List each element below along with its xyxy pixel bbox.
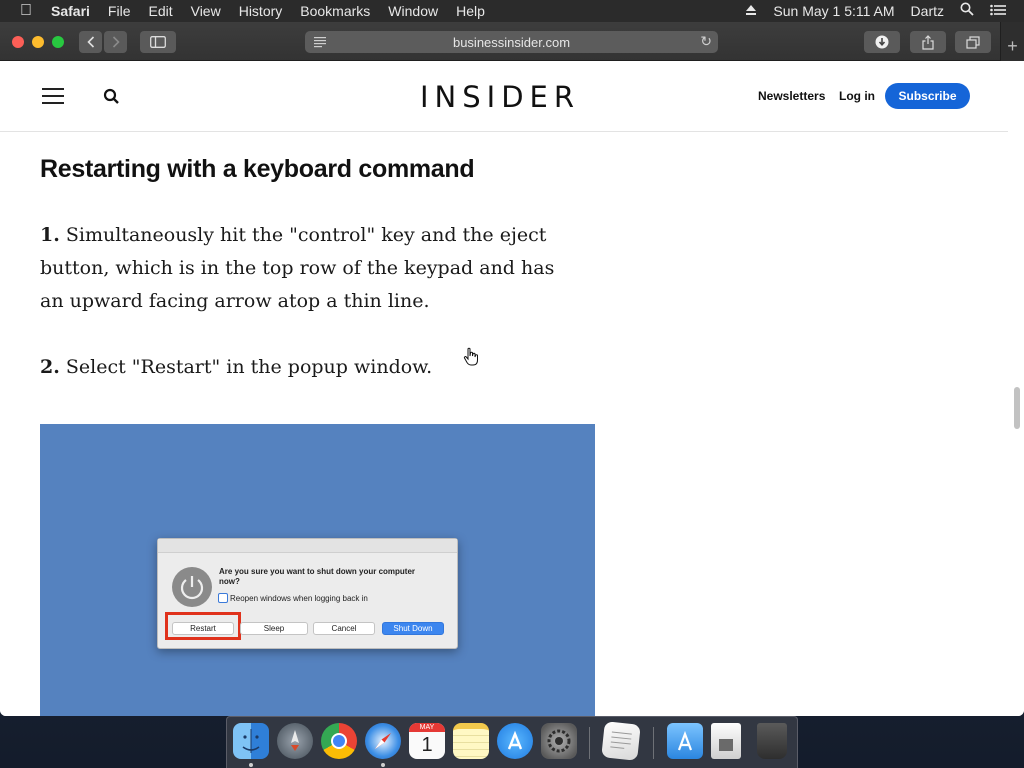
textedit-icon[interactable] <box>601 721 641 761</box>
reload-icon[interactable]: ↻ <box>700 33 712 50</box>
site-header: INSIDER Newsletters Log in Subscribe <box>0 61 1008 132</box>
newsletters-link[interactable]: Newsletters <box>758 89 825 103</box>
step-2: 2. Select "Restart" in the popup window. <box>40 351 580 384</box>
safari-window: businessinsider.com ↻ + INSIDER Newslett… <box>0 22 1024 716</box>
new-tab-button[interactable]: + <box>1000 22 1024 61</box>
notification-center-icon[interactable] <box>982 0 1014 22</box>
search-icon[interactable] <box>103 88 121 106</box>
menu-edit[interactable]: Edit <box>139 0 181 22</box>
apple-menu-icon[interactable]:  <box>0 0 42 22</box>
browser-toolbar: businessinsider.com ↻ + <box>0 22 1024 61</box>
calendar-month: MAY <box>409 723 445 732</box>
finder-running-indicator <box>249 763 253 767</box>
dialog-question: Are you sure you want to shut down your … <box>219 567 416 586</box>
step-1: 1. Simultaneously hit the "control" key … <box>40 219 580 318</box>
calendar-day: 1 <box>421 734 433 756</box>
trash-icon[interactable] <box>757 723 787 759</box>
share-button[interactable] <box>910 31 946 53</box>
dialog-shutdown-button: Shut Down <box>382 622 444 635</box>
menu-help[interactable]: Help <box>447 0 494 22</box>
power-icon <box>172 567 212 607</box>
menu-app-name[interactable]: Safari <box>42 0 99 22</box>
spotlight-search-icon[interactable] <box>952 0 982 22</box>
step-text: Simultaneously hit the "control" key and… <box>40 224 555 312</box>
chevron-left-icon <box>86 36 94 48</box>
menu-bookmarks[interactable]: Bookmarks <box>291 0 379 22</box>
menu-view[interactable]: View <box>182 0 230 22</box>
menu-history[interactable]: History <box>230 0 292 22</box>
page-scrollbar[interactable] <box>1014 387 1020 429</box>
calendar-icon[interactable]: MAY 1 <box>409 723 445 759</box>
close-window-button[interactable] <box>12 36 24 48</box>
dialog-restart-button: Restart <box>172 622 234 635</box>
safari-icon[interactable] <box>365 723 401 759</box>
url-text: businessinsider.com <box>452 34 571 50</box>
web-page: INSIDER Newsletters Log in Subscribe Res… <box>0 61 1024 716</box>
notes-icon[interactable] <box>453 723 489 759</box>
downloads-icon[interactable] <box>711 723 741 759</box>
checkbox-label: Reopen windows when logging back in <box>230 593 368 603</box>
sidebar-icon <box>150 36 166 48</box>
finder-icon[interactable] <box>233 723 269 759</box>
applications-folder-icon[interactable] <box>667 723 703 759</box>
section-heading: Restarting with a keyboard command <box>40 155 475 183</box>
dialog-cancel-button: Cancel <box>313 622 375 635</box>
zoom-window-button[interactable] <box>52 36 64 48</box>
article-body: Restarting with a keyboard command 1. Si… <box>40 155 600 384</box>
reader-view-icon[interactable] <box>313 34 327 50</box>
dialog-titlebar <box>158 539 457 553</box>
chevron-right-icon <box>112 36 120 48</box>
step-text: Select "Restart" in the popup window. <box>65 356 433 378</box>
downloads-button[interactable] <box>864 31 900 53</box>
launchpad-icon[interactable] <box>277 723 313 759</box>
menu-clock[interactable]: Sun May 1 5:11 AM <box>765 0 902 22</box>
app-store-icon[interactable] <box>497 723 533 759</box>
reopen-windows-checkbox: Reopen windows when logging back in <box>218 593 368 603</box>
shutdown-dialog-screenshot: Are you sure you want to shut down your … <box>157 538 458 649</box>
dock-separator <box>589 727 590 759</box>
download-icon <box>875 35 889 49</box>
plus-icon: + <box>1007 36 1018 56</box>
dock-separator <box>653 727 654 759</box>
hand-cursor-icon <box>463 347 479 367</box>
article-image: Are you sure you want to shut down your … <box>40 424 595 716</box>
safari-running-indicator <box>381 763 385 767</box>
sidebar-toggle-button[interactable] <box>140 31 176 53</box>
menu-file[interactable]: File <box>99 0 140 22</box>
eject-icon[interactable] <box>737 0 765 22</box>
dock: MAY 1 <box>226 716 798 768</box>
chrome-icon[interactable] <box>321 723 357 759</box>
address-bar[interactable]: businessinsider.com ↻ <box>305 31 718 53</box>
minimize-window-button[interactable] <box>32 36 44 48</box>
step-number: 2. <box>40 356 60 378</box>
menu-bar:  Safari File Edit View History Bookmark… <box>0 0 1024 22</box>
menu-window[interactable]: Window <box>379 0 447 22</box>
tabs-overview-icon <box>966 35 980 49</box>
checkbox-icon <box>218 593 228 603</box>
menu-user[interactable]: Dartz <box>903 0 952 22</box>
forward-button[interactable] <box>104 31 127 53</box>
system-preferences-icon[interactable] <box>541 723 577 759</box>
share-icon <box>922 34 934 50</box>
hamburger-menu-icon[interactable] <box>42 88 64 104</box>
step-number: 1. <box>40 224 60 246</box>
back-button[interactable] <box>79 31 102 53</box>
show-tabs-button[interactable] <box>955 31 991 53</box>
subscribe-button[interactable]: Subscribe <box>885 83 970 109</box>
insider-logo[interactable]: INSIDER <box>420 80 580 114</box>
dialog-sleep-button: Sleep <box>240 622 308 635</box>
login-link[interactable]: Log in <box>839 89 875 103</box>
